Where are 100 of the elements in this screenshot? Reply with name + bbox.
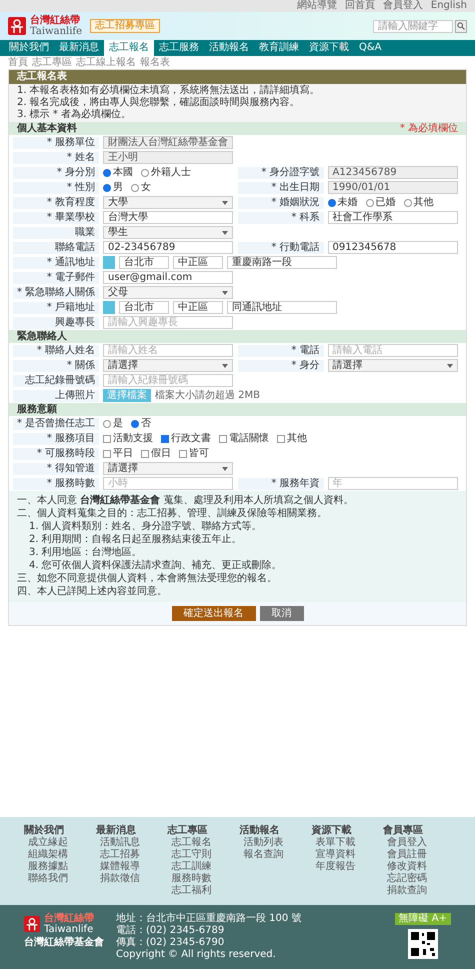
- nav-tab[interactable]: 活動報名: [204, 40, 254, 56]
- checkbox[interactable]: [179, 450, 187, 458]
- nav-tab[interactable]: 關於我們: [4, 40, 54, 56]
- nav-tab[interactable]: 志工報名: [104, 40, 154, 56]
- checkbox[interactable]: [161, 434, 169, 442]
- breadcrumb-link[interactable]: 志工專區: [32, 56, 72, 68]
- footer-link[interactable]: 表單下載: [311, 837, 380, 849]
- footer-link[interactable]: 成立緣起: [24, 837, 92, 849]
- breadcrumb-link[interactable]: 志工線上報名: [76, 56, 136, 68]
- option-label: 活動支援: [113, 432, 153, 444]
- breadcrumb-link[interactable]: 報名表: [140, 56, 170, 68]
- footer-link[interactable]: 捐款查詢: [383, 885, 451, 897]
- field-label: 興趣專長: [13, 316, 99, 328]
- footer-link[interactable]: 志工報名: [168, 837, 236, 849]
- top-link[interactable]: 會員登入: [382, 0, 423, 12]
- input-field[interactable]: 台灣大學: [103, 211, 233, 224]
- select-field[interactable]: 大學: [103, 196, 233, 209]
- section-title: 緊急聯絡人: [17, 330, 67, 342]
- footer-link[interactable]: 組織架構: [24, 849, 92, 861]
- field-label: * 行動電話: [238, 242, 324, 254]
- field-label: * 服務年資: [238, 478, 324, 490]
- footer-link[interactable]: 報名查詢: [240, 849, 308, 861]
- input-field[interactable]: 台北市: [119, 301, 169, 314]
- field-label: * 服務單位: [13, 136, 99, 148]
- nav-tab[interactable]: 最新消息: [54, 40, 104, 56]
- checkbox[interactable]: [103, 434, 111, 442]
- select-field[interactable]: 請選擇: [328, 359, 458, 372]
- panel-title: 志工報名表: [9, 70, 466, 84]
- footer-link[interactable]: 活動列表: [240, 837, 308, 849]
- field-label: * 服務時數: [13, 478, 99, 490]
- radio-button[interactable]: [131, 420, 139, 428]
- notice-text: 四、本人已詳閱上述內容並同意。: [17, 586, 168, 598]
- select-field[interactable]: 請選擇: [103, 359, 233, 372]
- top-link[interactable]: English: [430, 0, 467, 12]
- footer-link[interactable]: 志工訓練: [168, 861, 236, 873]
- input-field[interactable]: 同通訊地址: [227, 301, 337, 314]
- select-field[interactable]: 學生: [103, 226, 233, 239]
- nav-tab[interactable]: 教育訓練: [254, 40, 304, 56]
- option-label: 電話關懷: [229, 432, 269, 444]
- field-label: 志工紀錄冊號碼: [13, 374, 99, 386]
- section-title: 服務意願: [17, 404, 57, 416]
- footer-link[interactable]: 年度報告: [311, 861, 380, 873]
- input-field[interactable]: 重慶南路一段: [227, 256, 337, 269]
- footer-link[interactable]: 修改資料: [383, 861, 451, 873]
- input-field[interactable]: 02-23456789: [103, 241, 233, 254]
- select-field[interactable]: 請選擇: [103, 462, 233, 475]
- footer-link[interactable]: 服務據點: [24, 861, 92, 873]
- accessibility-badge: 無障礙 A+: [394, 913, 451, 925]
- footer-link[interactable]: 志工守則: [168, 849, 236, 861]
- option-label: 已婚: [376, 196, 396, 208]
- field-label: * 性別: [13, 182, 99, 194]
- notice-text: 三、如您不同意提供個人資料，本會將無法受理您的報名。: [17, 573, 278, 585]
- footer-link[interactable]: 聯絡我們: [24, 873, 92, 885]
- contact-text: 地址：台北市中正區重慶南路一段 100 號: [116, 913, 302, 924]
- select-field[interactable]: 父母: [103, 286, 233, 299]
- nav-tab[interactable]: 志工服務: [154, 40, 204, 56]
- radio-button[interactable]: [103, 420, 111, 428]
- footer-link[interactable]: 捐款徵信: [96, 873, 164, 885]
- footer-link[interactable]: 忘記密碼: [383, 873, 451, 885]
- footer-link[interactable]: 志工福利: [168, 885, 236, 897]
- footer-link[interactable]: 會員登入: [383, 837, 451, 849]
- input-field[interactable]: 中正區: [173, 301, 223, 314]
- checkbox[interactable]: [103, 450, 111, 458]
- nav-tab[interactable]: Q&A: [354, 40, 387, 56]
- radio-button[interactable]: [328, 198, 336, 206]
- input-field[interactable]: user@gmail.com: [103, 271, 233, 284]
- field-label: * 通訊地址: [13, 256, 99, 268]
- radio-button[interactable]: [141, 168, 149, 176]
- notice-text: 3. 利用地區：台灣地區。: [28, 547, 143, 559]
- input-field[interactable]: 中正區: [173, 256, 223, 269]
- org-name: 台灣紅絲帶基金會: [24, 937, 104, 949]
- footer-link[interactable]: 活動訊息: [96, 837, 164, 849]
- checkbox[interactable]: [141, 450, 149, 458]
- checkbox[interactable]: [219, 434, 227, 442]
- footer-link[interactable]: 宣導資料: [311, 849, 380, 861]
- notice-text: 二、個人資料蒐集之目的：志工招募、管理、訓練及保險等相關業務。: [17, 508, 328, 520]
- radio-button[interactable]: [404, 198, 412, 206]
- caret-icon: [222, 364, 228, 368]
- input-field[interactable]: 台北市: [119, 256, 169, 269]
- nav-tab[interactable]: 資源下載: [304, 40, 354, 56]
- radio-button[interactable]: [103, 168, 111, 176]
- breadcrumb-link[interactable]: 首頁: [8, 56, 28, 68]
- cancel-button[interactable]: 取消: [260, 606, 304, 621]
- submit-button[interactable]: 確定送出報名: [172, 606, 256, 621]
- footer-link[interactable]: 志工招募: [96, 849, 164, 861]
- search-icon[interactable]: [455, 20, 467, 32]
- qr-code-icon: [408, 929, 438, 959]
- radio-button[interactable]: [131, 184, 139, 192]
- field-label: * 關係: [13, 360, 99, 372]
- footer-link[interactable]: 會員註冊: [383, 849, 451, 861]
- input-field[interactable]: 0912345678: [328, 241, 458, 254]
- input-field[interactable]: 社會工作學系: [328, 211, 458, 224]
- top-link[interactable]: 回首頁: [344, 0, 375, 12]
- field-label: * 緊急聯絡人關係: [13, 286, 99, 298]
- checkbox[interactable]: [277, 434, 285, 442]
- radio-button[interactable]: [103, 184, 111, 192]
- logo-name: 台灣紅絲帶: [30, 15, 81, 26]
- footer-link[interactable]: 媒體報導: [96, 861, 164, 873]
- footer-link[interactable]: 服務時數: [168, 873, 236, 885]
- radio-button[interactable]: [366, 198, 374, 206]
